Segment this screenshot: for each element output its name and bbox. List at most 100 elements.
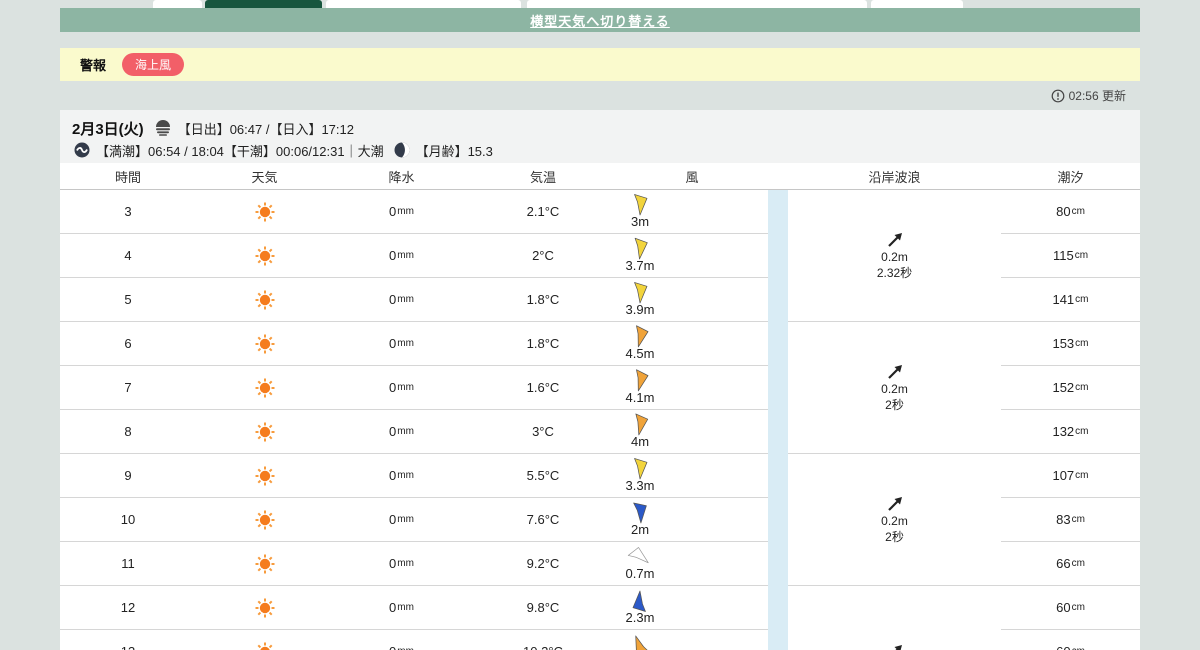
wind-cell: 4.5m	[616, 322, 768, 366]
tide-value: 80	[1056, 204, 1071, 219]
sunny-icon	[255, 510, 274, 529]
top-tab[interactable]	[871, 0, 963, 8]
sunny-icon	[255, 378, 274, 397]
precip-cell: 0mm	[333, 630, 470, 650]
tide-value: 153	[1052, 336, 1075, 351]
alert-badge-sea-wind[interactable]: 海上風	[122, 53, 185, 76]
tide-value: 66	[1056, 556, 1071, 571]
tide-cell: 152 cm	[1001, 366, 1140, 410]
wind-cell: 2.3m	[616, 586, 768, 630]
tide-unit: cm	[1074, 250, 1089, 261]
divider-band	[768, 454, 788, 498]
precip-cell: 0mm	[333, 498, 470, 542]
wave-cell	[788, 366, 1001, 410]
precip-cell: 0mm	[333, 454, 470, 498]
precip-unit: mm	[397, 602, 414, 613]
table-header: 時間 天気 降水 気温 風 沿岸波浪 潮汐	[60, 163, 1140, 190]
precip-value: 0	[389, 556, 397, 571]
time-cell: 13	[60, 630, 196, 650]
precip-unit: mm	[397, 250, 414, 261]
table-row: 8 0 mm 3°C 4m 132 cm	[60, 410, 1140, 454]
sunny-icon	[255, 598, 274, 617]
moon-phase-icon	[394, 142, 410, 158]
tide-cell: 153 cm	[1001, 322, 1140, 366]
precip-unit: mm	[397, 426, 414, 437]
tide-value: 60	[1056, 644, 1070, 650]
temp-cell: 1.8°C	[470, 322, 616, 366]
temp-cell: 2°C	[470, 234, 616, 278]
table-row: 7 0 mm 1.6°C 4.1m 152 cm	[60, 366, 1140, 410]
time-cell: 12	[60, 586, 196, 630]
tide-cell: 80 cm	[1001, 190, 1140, 234]
tide-unit: cm	[1071, 602, 1085, 613]
table-row: 5 0 mm 1.8°C 3.9m 141 cm	[60, 278, 1140, 322]
top-tab[interactable]	[153, 0, 202, 8]
switch-bar: 横型天気へ切り替える	[60, 8, 1140, 32]
time-cell: 9	[60, 454, 196, 498]
precip-cell: 0mm	[333, 366, 470, 410]
precip-value: 0	[389, 380, 397, 395]
tide-value: 141	[1052, 292, 1075, 307]
precip-value: 0	[389, 204, 397, 219]
col-header-weather: 天気	[251, 169, 278, 185]
sunny-icon	[255, 422, 274, 441]
table-body: 3 0 mm 2.1°C 3m 80 cm 4 0 mm 2°C 3.7m 11…	[60, 190, 1140, 650]
tide-cell: 141 cm	[1001, 278, 1140, 322]
wind-direction-arrow-icon	[632, 590, 646, 612]
wind-direction-arrow-icon	[633, 502, 647, 524]
precip-value: 0	[389, 600, 397, 615]
table-row: 13 0mm 10.2°C	[60, 630, 1140, 650]
top-tab[interactable]	[527, 0, 867, 8]
tide-unit: cm	[1071, 514, 1085, 525]
weather-cell	[196, 190, 333, 234]
time-cell: 7	[60, 366, 196, 410]
weather-cell	[196, 454, 333, 498]
wind-direction-arrow-icon	[634, 194, 648, 216]
divider-band	[768, 498, 788, 542]
precip-value: 0	[389, 292, 397, 307]
top-tab-strip	[0, 0, 1200, 8]
precip-value: 0	[389, 468, 397, 483]
divider-band	[768, 366, 788, 410]
precip-cell: 0mm	[333, 542, 470, 586]
tide-cell: 115 cm	[1001, 234, 1140, 278]
divider-band	[768, 278, 788, 322]
weather-cell	[196, 278, 333, 322]
switch-layout-link[interactable]: 横型天気へ切り替える	[530, 11, 670, 30]
top-tab[interactable]	[326, 0, 521, 8]
sunset-icon	[155, 120, 170, 136]
precip-unit: mm	[397, 514, 414, 525]
weather-cell	[196, 322, 333, 366]
updated-time: 02:56 更新	[1068, 89, 1126, 103]
wind-cell: 4m	[616, 410, 768, 454]
tide-value: 83	[1056, 512, 1071, 527]
table-row: 12 0 mm 9.8°C 2.3m 60 cm	[60, 586, 1140, 630]
tide-cell: 83 cm	[1001, 498, 1140, 542]
day-header: 2月3日(火) 【日出】06:47 /【日入】17:12 【満潮】06:54 /…	[60, 110, 1140, 163]
weather-cell	[196, 498, 333, 542]
weather-cell	[196, 630, 333, 650]
sunny-icon	[255, 246, 274, 265]
top-tab-active[interactable]	[205, 0, 322, 8]
wave-cell	[788, 586, 1001, 630]
precip-unit: mm	[397, 646, 414, 650]
col-header-time: 時間	[114, 169, 141, 185]
temp-cell: 9.2°C	[470, 542, 616, 586]
divider-band	[768, 542, 788, 586]
divider-band	[768, 190, 788, 234]
tide-value: 107	[1052, 468, 1075, 483]
table-row: 11 0 mm 9.2°C 0.7m 66 cm	[60, 542, 1140, 586]
table-row: 9 0 mm 5.5°C 3.3m 107 cm	[60, 454, 1140, 498]
weather-cell	[196, 234, 333, 278]
weather-cell	[196, 586, 333, 630]
wave-cell	[788, 410, 1001, 454]
wind-cell: 4.1m	[616, 366, 768, 410]
wind-direction-arrow-icon	[634, 458, 648, 480]
sunny-icon	[257, 642, 272, 650]
tide-unit: cm	[1075, 382, 1089, 393]
temp-cell: 10.2°C	[470, 630, 616, 650]
time-cell: 5	[60, 278, 196, 322]
tide-cell: 107 cm	[1001, 454, 1140, 498]
wind-cell: 3m	[616, 190, 768, 234]
time-cell: 8	[60, 410, 196, 454]
